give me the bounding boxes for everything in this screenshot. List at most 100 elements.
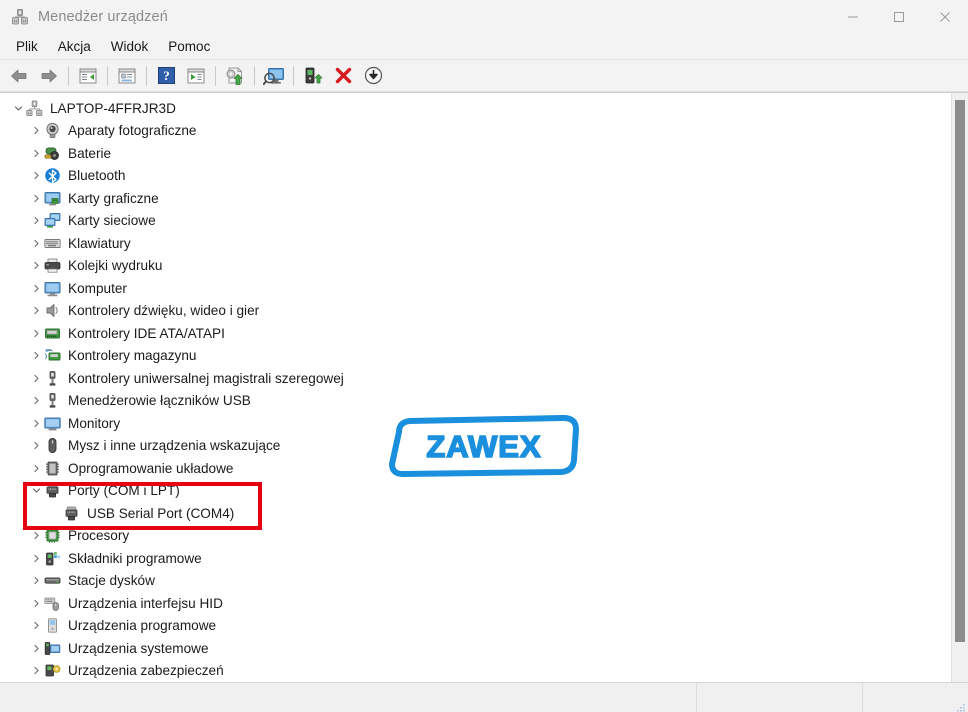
help-icon[interactable]: ? [151, 62, 181, 90]
chevron-right-icon[interactable] [28, 547, 44, 569]
minimize-button[interactable] [830, 0, 876, 34]
chevron-right-icon[interactable] [28, 525, 44, 547]
vertical-scrollbar[interactable] [951, 93, 968, 682]
tree-item-urzadzenia-zabezpieczen[interactable]: Urządzenia zabezpieczeń [0, 660, 932, 683]
tree-item-kontrolery-magazynu[interactable]: Kontrolery magazynu [0, 345, 932, 368]
toolbar-separator [254, 65, 255, 86]
tree-item-bluetooth[interactable]: Bluetooth [0, 165, 932, 188]
software-device-icon [44, 617, 61, 634]
chevron-right-icon[interactable] [28, 165, 44, 187]
chevron-right-icon[interactable] [28, 660, 44, 682]
disk-drive-icon [44, 572, 61, 589]
menu-akcja[interactable]: Akcja [48, 36, 101, 58]
chevron-right-icon[interactable] [28, 412, 44, 434]
tree-item-label: Karty graficzne [68, 190, 159, 206]
maximize-button[interactable] [876, 0, 922, 34]
menu-pomoc[interactable]: Pomoc [158, 36, 220, 58]
close-button[interactable] [922, 0, 968, 34]
tree-item-menedzerowie-usb[interactable]: Menedżerowie łączników USB [0, 390, 932, 413]
menu-widok[interactable]: Widok [101, 36, 159, 58]
tree-item-karty-graficzne[interactable]: Karty graficzne [0, 187, 932, 210]
chevron-right-icon[interactable] [28, 210, 44, 232]
chevron-down-icon[interactable] [28, 480, 44, 502]
properties-icon[interactable] [112, 62, 142, 90]
tree-item-procesory[interactable]: Procesory [0, 525, 932, 548]
chevron-right-icon[interactable] [28, 345, 44, 367]
tree-item-porty[interactable]: Porty (COM i LPT) [0, 480, 932, 503]
port-icon [44, 482, 61, 499]
menu-bar: Plik Akcja Widok Pomoc [0, 34, 968, 60]
chevron-right-icon[interactable] [28, 187, 44, 209]
menu-plik[interactable]: Plik [6, 36, 48, 58]
chevron-right-icon[interactable] [28, 322, 44, 344]
processor-icon [44, 527, 61, 544]
tree-item-mysz[interactable]: Mysz i inne urządzenia wskazujące [0, 435, 932, 458]
chevron-right-icon[interactable] [28, 592, 44, 614]
chevron-right-icon[interactable] [28, 570, 44, 592]
window-controls [830, 0, 968, 34]
show-hidden-devices-icon[interactable] [181, 62, 211, 90]
system-device-icon [44, 640, 61, 657]
chevron-right-icon[interactable] [28, 615, 44, 637]
tree-item-komputer[interactable]: Komputer [0, 277, 932, 300]
tree-root-row[interactable]: LAPTOP-4FFRJR3D [0, 97, 932, 120]
tree-item-kolejki-wydruku[interactable]: Kolejki wydruku [0, 255, 932, 278]
sound-icon [44, 302, 61, 319]
resize-grip-icon[interactable] [956, 700, 966, 712]
device-tree[interactable]: LAPTOP-4FFRJR3D Aparaty fotograficzne Ba… [0, 93, 932, 682]
ide-controller-icon [44, 325, 61, 342]
forward-arrow-icon[interactable] [34, 62, 64, 90]
tree-item-klawiatury[interactable]: Klawiatury [0, 232, 932, 255]
chevron-right-icon[interactable] [28, 300, 44, 322]
chevron-right-icon[interactable] [28, 367, 44, 389]
chevron-right-icon[interactable] [28, 142, 44, 164]
status-panel-1 [0, 683, 696, 712]
chevron-right-icon[interactable] [28, 390, 44, 412]
tree-item-kontrolery-usb[interactable]: Kontrolery uniwersalnej magistrali szere… [0, 367, 932, 390]
tree-item-urzadzenia-systemowe[interactable]: Urządzenia systemowe [0, 637, 932, 660]
tree-item-baterie[interactable]: Baterie [0, 142, 932, 165]
uninstall-device-icon[interactable] [328, 62, 358, 90]
tree-item-skladniki-programowe[interactable]: Składniki programowe [0, 547, 932, 570]
battery-icon [44, 145, 61, 162]
tree-item-kontrolery-dzwieku[interactable]: Kontrolery dźwięku, wideo i gier [0, 300, 932, 323]
tree-item-label: Kontrolery dźwięku, wideo i gier [68, 303, 260, 319]
chevron-right-icon[interactable] [28, 457, 44, 479]
properties-panel-icon[interactable] [73, 62, 103, 90]
toolbar-separator [215, 65, 216, 86]
scan-hardware-changes-icon[interactable] [259, 62, 289, 90]
tree-item-urzadzenia-programowe[interactable]: Urządzenia programowe [0, 615, 932, 638]
chevron-right-icon[interactable] [28, 637, 44, 659]
tree-item-label: Kontrolery uniwersalnej magistrali szere… [68, 370, 344, 386]
chevron-right-icon[interactable] [28, 277, 44, 299]
toolbar-separator [68, 65, 69, 86]
enable-device-icon[interactable] [298, 62, 328, 90]
chevron-down-icon[interactable] [10, 97, 26, 119]
scrollbar-thumb[interactable] [955, 100, 965, 642]
back-arrow-icon[interactable] [4, 62, 34, 90]
mouse-icon [44, 437, 61, 454]
tree-item-urzadzenia-hid[interactable]: Urządzenia interfejsu HID [0, 592, 932, 615]
chevron-right-icon[interactable] [28, 435, 44, 457]
toolbar-separator [293, 65, 294, 86]
tree-item-monitory[interactable]: Monitory [0, 412, 932, 435]
update-driver-icon[interactable] [220, 62, 250, 90]
device-tree-panel: LAPTOP-4FFRJR3D Aparaty fotograficzne Ba… [0, 92, 968, 682]
tree-item-label: Komputer [68, 280, 127, 296]
tree-item-label: Bluetooth [68, 168, 126, 184]
tree-item-aparaty-fotograficzne[interactable]: Aparaty fotograficzne [0, 120, 932, 143]
device-manager-window: Menedżer urządzeń Plik Akcja Widok Pomoc [0, 0, 968, 712]
tree-item-kontrolery-ide[interactable]: Kontrolery IDE ATA/ATAPI [0, 322, 932, 345]
tree-item-label: Kontrolery magazynu [68, 348, 197, 364]
chevron-right-icon[interactable] [28, 255, 44, 277]
security-device-icon [44, 662, 61, 679]
download-icon[interactable] [358, 62, 388, 90]
title-bar: Menedżer urządzeń [0, 0, 968, 34]
tree-item-label: Urządzenia systemowe [68, 640, 209, 656]
chevron-right-icon[interactable] [28, 120, 44, 142]
tree-item-oprogramowanie-ukladowe[interactable]: Oprogramowanie układowe [0, 457, 932, 480]
tree-item-stacje-dyskow[interactable]: Stacje dysków [0, 570, 932, 593]
tree-item-karty-sieciowe[interactable]: Karty sieciowe [0, 210, 932, 233]
tree-item-usb-serial-port[interactable]: USB Serial Port (COM4) [0, 502, 932, 525]
chevron-right-icon[interactable] [28, 232, 44, 254]
